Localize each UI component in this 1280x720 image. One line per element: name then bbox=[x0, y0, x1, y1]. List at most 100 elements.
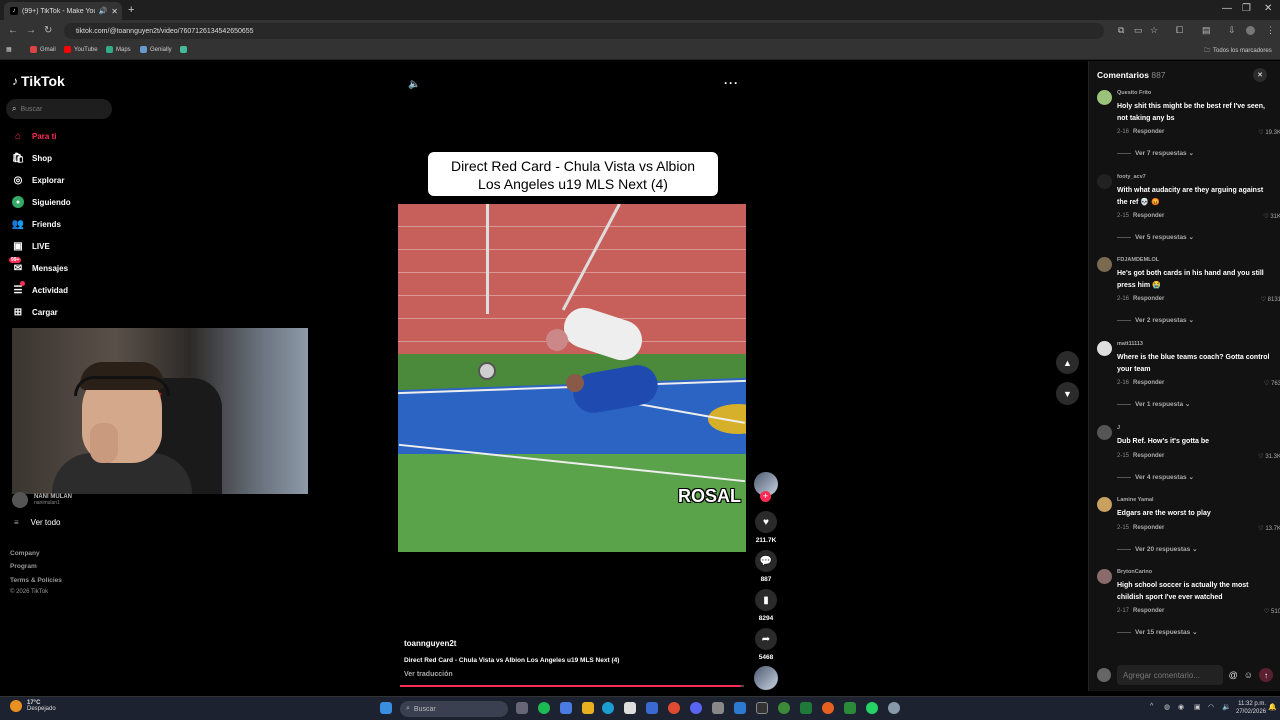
back-icon[interactable]: ← bbox=[8, 25, 18, 36]
footer-company[interactable]: Company bbox=[10, 550, 40, 557]
follow-button[interactable]: + bbox=[760, 491, 771, 502]
comment-like-button[interactable]: ♡ 8131 bbox=[1261, 296, 1280, 303]
comment-username[interactable]: Lamine Yamal bbox=[1117, 497, 1154, 503]
discord-icon[interactable] bbox=[690, 702, 702, 714]
comment-like-button[interactable]: ♡ 510 bbox=[1264, 608, 1280, 615]
sidepanel-icon[interactable]: ▤ bbox=[1202, 25, 1211, 36]
followed-account[interactable]: NANI MULAN nanimulan1 bbox=[12, 492, 72, 508]
file-explorer-icon[interactable] bbox=[582, 702, 594, 714]
reply-button[interactable]: Responder bbox=[1133, 296, 1164, 302]
sidebar-item-explorar[interactable]: ◎ Explorar bbox=[12, 174, 65, 186]
comment-input[interactable]: Agregar comentario... bbox=[1117, 665, 1223, 685]
close-comments-button[interactable]: ✕ bbox=[1253, 68, 1267, 82]
profile-avatar[interactable] bbox=[1246, 26, 1255, 35]
tray-icon-2[interactable]: ◉ bbox=[1178, 703, 1184, 711]
taskbar-search[interactable]: ⌕ Buscar bbox=[400, 701, 508, 717]
view-replies-button[interactable]: Ver 5 respuestas ⌄ bbox=[1117, 233, 1194, 241]
view-replies-button[interactable]: Ver 1 respuesta ⌄ bbox=[1117, 400, 1190, 408]
comment-username[interactable]: matt11113 bbox=[1117, 341, 1143, 347]
maximize-button[interactable]: ❐ bbox=[1242, 3, 1251, 14]
sidebar-item-actividad[interactable]: ☰ Actividad bbox=[12, 281, 68, 296]
view-replies-button[interactable]: Ver 2 respuestas ⌄ bbox=[1117, 316, 1194, 324]
app-icon-3[interactable] bbox=[712, 702, 724, 714]
windows-start-icon[interactable] bbox=[380, 702, 392, 714]
bookmark-youtube[interactable]: YouTube bbox=[64, 46, 98, 53]
app-icon-7[interactable] bbox=[822, 702, 834, 714]
see-all-button[interactable]: ≡ Ver todo bbox=[14, 518, 60, 527]
tiktok-logo[interactable]: ♪ TikTok bbox=[12, 73, 65, 89]
comment-username[interactable]: Quesito Frito bbox=[1117, 90, 1151, 96]
reply-button[interactable]: Responder bbox=[1133, 380, 1164, 386]
comment-button[interactable]: 💬 887 bbox=[754, 550, 778, 583]
app-icon[interactable] bbox=[560, 702, 572, 714]
address-bar[interactable]: tiktok.com/@toannguyen2t/video/760712613… bbox=[64, 23, 1104, 39]
comment-like-button[interactable]: ♡ 763 bbox=[1264, 380, 1280, 387]
weather-widget[interactable]: 17°C Despejado bbox=[10, 700, 56, 712]
tray-icon-3[interactable]: ▣ bbox=[1194, 703, 1201, 711]
apps-icon[interactable]: ▦ bbox=[6, 46, 12, 53]
wifi-icon[interactable]: ◠ bbox=[1208, 703, 1214, 711]
new-tab-button[interactable]: + bbox=[128, 4, 134, 16]
avatar[interactable] bbox=[1097, 341, 1112, 356]
comment-username[interactable]: BrytonCarino bbox=[1117, 569, 1152, 575]
bookmark-maps[interactable]: Maps bbox=[106, 46, 131, 53]
like-button[interactable]: ♥ 211.7K bbox=[754, 511, 778, 544]
notification-icon[interactable]: 🔔 bbox=[1268, 703, 1277, 711]
share-button[interactable]: ➦ 5468 bbox=[754, 628, 778, 661]
translate-icon[interactable]: ⧉ bbox=[1118, 25, 1124, 36]
forward-icon[interactable]: → bbox=[26, 25, 36, 36]
sidebar-item-para-ti[interactable]: ⌂ Para ti bbox=[12, 130, 57, 142]
send-comment-button[interactable]: ↑ bbox=[1259, 668, 1273, 682]
translate-link[interactable]: Ver traducción bbox=[404, 671, 453, 678]
app-icon-8[interactable] bbox=[844, 702, 856, 714]
save-button[interactable]: ▮ 8294 bbox=[754, 589, 778, 622]
comment-like-button[interactable]: ♡ 13.7K bbox=[1258, 525, 1280, 532]
search-input[interactable]: ⌕ Buscar bbox=[6, 99, 112, 119]
comment-username[interactable]: J bbox=[1117, 425, 1120, 431]
app-icon-5[interactable] bbox=[756, 702, 768, 714]
view-replies-button[interactable]: Ver 7 respuestas ⌄ bbox=[1117, 149, 1194, 157]
system-clock[interactable]: 11:32 p.m. 27/02/2026 bbox=[1236, 700, 1266, 716]
tray-icon[interactable]: ◍ bbox=[1164, 703, 1170, 711]
previous-video-button[interactable]: ▲ bbox=[1056, 351, 1079, 374]
sidebar-item-shop[interactable]: 🛍 Shop bbox=[12, 152, 52, 164]
footer-program[interactable]: Program bbox=[10, 563, 37, 570]
volume-icon[interactable]: 🔈 bbox=[408, 79, 420, 90]
app-icon-6[interactable] bbox=[778, 702, 790, 714]
app-icon-4[interactable] bbox=[734, 702, 746, 714]
excel-icon[interactable] bbox=[800, 702, 812, 714]
task-view-icon[interactable] bbox=[516, 702, 528, 714]
reply-button[interactable]: Responder bbox=[1133, 525, 1164, 531]
browser-tab[interactable]: ♪ (99+) TikTok - Make Your D... 🔊 ✕ bbox=[4, 2, 122, 20]
video-author[interactable]: toannguyen2t bbox=[404, 639, 456, 648]
footer-terms[interactable]: Terms & Policies bbox=[10, 577, 62, 584]
menu-icon[interactable]: ⋮ bbox=[1266, 25, 1275, 36]
whatsapp-icon[interactable] bbox=[866, 702, 878, 714]
video-player[interactable]: ROSAL bbox=[398, 204, 746, 552]
video-progress-bar[interactable] bbox=[400, 685, 744, 687]
sidebar-item-cargar[interactable]: ⊞ Cargar bbox=[12, 306, 58, 318]
sidebar-item-mensajes[interactable]: ✉ 99+ Mensajes bbox=[9, 257, 68, 274]
sidebar-item-friends[interactable]: 👥 Friends bbox=[12, 218, 61, 230]
comment-like-button[interactable]: ♡ 19.3K bbox=[1258, 129, 1280, 136]
reply-button[interactable]: Responder bbox=[1133, 213, 1164, 219]
cast-icon[interactable]: ▭ bbox=[1134, 25, 1143, 36]
chrome-icon[interactable] bbox=[668, 702, 680, 714]
tab-close-icon[interactable]: ✕ bbox=[111, 7, 122, 16]
spotify-icon[interactable] bbox=[538, 702, 550, 714]
window-close-button[interactable]: ✕ bbox=[1264, 3, 1272, 14]
next-video-button[interactable]: ▼ bbox=[1056, 382, 1079, 405]
view-replies-button[interactable]: Ver 15 respuestas ⌄ bbox=[1117, 628, 1198, 636]
comment-username[interactable]: FDJAMDEMLOL bbox=[1117, 257, 1159, 263]
all-bookmarks[interactable]: 🗀 Todos los marcadores bbox=[1204, 46, 1272, 56]
music-disc-icon[interactable] bbox=[754, 666, 778, 690]
avatar[interactable] bbox=[1097, 174, 1112, 189]
view-replies-button[interactable]: Ver 20 respuestas ⌄ bbox=[1117, 545, 1198, 553]
avatar[interactable] bbox=[1097, 569, 1112, 584]
tab-audio-icon[interactable]: 🔊 bbox=[99, 7, 108, 15]
minimize-button[interactable]: — bbox=[1222, 3, 1232, 14]
bookmark-extra-icon[interactable] bbox=[180, 46, 187, 53]
comment-username[interactable]: footy_acv7 bbox=[1117, 174, 1146, 180]
extensions-icon[interactable]: ⧠ bbox=[1176, 25, 1183, 36]
view-replies-button[interactable]: Ver 4 respuestas ⌄ bbox=[1117, 473, 1194, 481]
